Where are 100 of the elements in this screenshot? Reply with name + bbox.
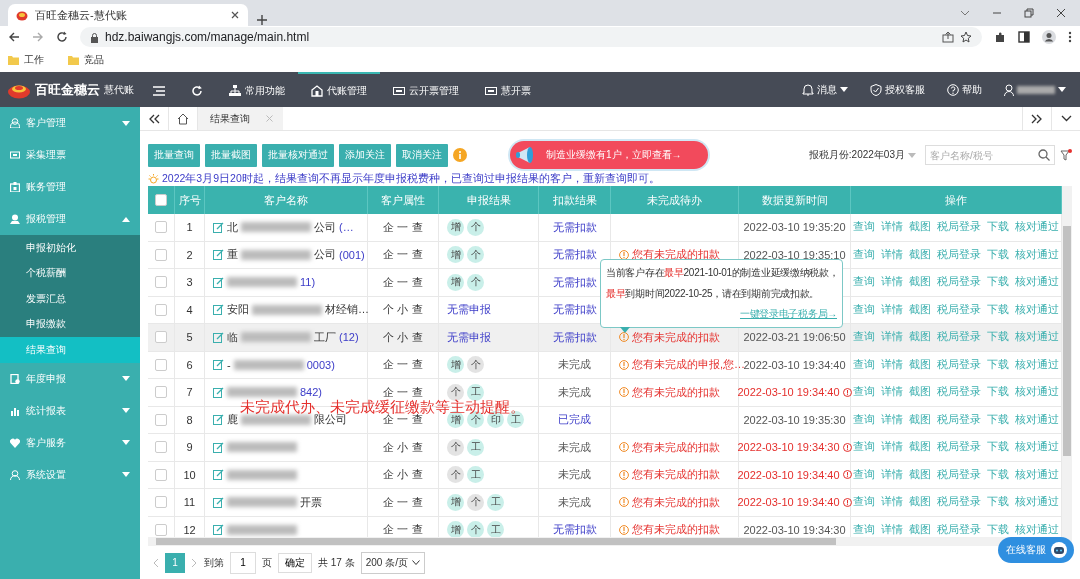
scrollbar[interactable] (148, 537, 1072, 546)
action-link[interactable]: 税局登录 (937, 357, 981, 372)
scrollbar[interactable] (1062, 186, 1072, 537)
sidebar-icon[interactable] (1018, 31, 1030, 43)
checkbox[interactable] (155, 358, 167, 371)
action-link[interactable]: 核对通过 (1015, 330, 1059, 345)
tax-bureau-link[interactable]: 一键登录电子税务局→ (740, 308, 837, 320)
checkbox[interactable] (155, 194, 167, 206)
refresh-icon[interactable] (191, 84, 203, 97)
forward-icon[interactable] (32, 31, 44, 43)
chevron-down-icon[interactable] (1060, 115, 1072, 122)
nav-tab[interactable]: 慧开票 (472, 72, 544, 107)
info-icon[interactable] (453, 148, 467, 162)
edit-icon[interactable] (213, 496, 224, 508)
sidebar-subitem[interactable]: 发票汇总 (0, 286, 140, 312)
sidebar-item[interactable]: 采集理票 (0, 139, 140, 171)
action-link[interactable]: 详情 (881, 302, 903, 317)
checkbox[interactable] (155, 303, 167, 316)
highlighted-row[interactable]: 5 临 工厂 (12) 个 小 查 无需申报 无需扣款 您有未完成的扣款 2022-03-21 19:06:50 查询 详情 截图 税局登录 下载 核对通过 (148, 324, 1062, 352)
action-link[interactable]: 详情 (881, 440, 903, 455)
close-icon[interactable] (1056, 8, 1066, 18)
action-link[interactable]: 下载 (987, 440, 1009, 455)
action-link[interactable]: 下载 (987, 385, 1009, 400)
sidebar-subitem[interactable]: 申报缴款 (0, 311, 140, 337)
sidebar-item[interactable]: 系统设置 (0, 458, 140, 491)
action-link[interactable]: 详情 (881, 220, 903, 235)
action-link[interactable]: 查询 (853, 275, 875, 290)
customer-code[interactable]: (… (339, 221, 354, 234)
customer-code[interactable]: (001) (339, 248, 365, 261)
customer-code[interactable]: 842) (300, 386, 323, 399)
sidebar-subitem[interactable]: 结果查询 (0, 337, 140, 363)
action-link[interactable]: 截图 (909, 357, 931, 372)
double-chevron-left-icon[interactable] (148, 113, 160, 124)
toolbar-button[interactable]: 批量查询 (148, 143, 200, 167)
browser-tab[interactable]: 百旺金穗云-慧代账 (8, 4, 248, 26)
checkbox[interactable] (155, 248, 167, 261)
profile-icon[interactable] (1042, 30, 1056, 44)
star-icon[interactable] (960, 31, 972, 43)
action-link[interactable]: 核对通过 (1015, 412, 1059, 427)
checkbox[interactable] (155, 331, 167, 344)
action-link[interactable]: 下载 (987, 412, 1009, 427)
customer-code[interactable]: 11) (300, 276, 316, 289)
action-link[interactable]: 截图 (909, 467, 931, 482)
sidebar-subitem[interactable]: 个税薪酬 (0, 260, 140, 286)
restore-icon[interactable] (1024, 8, 1034, 18)
share-icon[interactable] (942, 31, 954, 43)
nav-tab[interactable]: 常用功能 (216, 72, 298, 107)
action-link[interactable]: 下载 (987, 220, 1009, 235)
home-icon[interactable] (177, 112, 189, 125)
action-link[interactable]: 税局登录 (937, 440, 981, 455)
action-link[interactable]: 详情 (881, 275, 903, 290)
pending-task[interactable]: 您有未完成的扣款 (632, 247, 720, 263)
action-link[interactable]: 核对通过 (1015, 357, 1059, 372)
current-page[interactable]: 1 (165, 552, 185, 573)
action-link[interactable]: 查询 (853, 302, 875, 317)
action-link[interactable]: 税局登录 (937, 495, 981, 510)
sidebar-item[interactable]: 报税管理 (0, 203, 140, 235)
edit-icon[interactable] (213, 414, 224, 426)
checkbox[interactable] (155, 386, 167, 399)
sidebar-item[interactable]: 账务管理 (0, 171, 140, 203)
pending-task[interactable]: 您有未完成的扣款 (632, 329, 720, 345)
action-link[interactable]: 下载 (987, 302, 1009, 317)
edit-icon[interactable] (213, 359, 224, 371)
checkbox[interactable] (155, 276, 167, 289)
action-link[interactable]: 核对通过 (1015, 247, 1059, 262)
action-link[interactable]: 税局登录 (937, 302, 981, 317)
header-link[interactable]: 授权客服 (870, 82, 925, 97)
action-link[interactable]: 核对通过 (1015, 302, 1059, 317)
action-link[interactable]: 截图 (909, 247, 931, 262)
page-input[interactable]: 1 (230, 551, 256, 574)
pending-task[interactable]: 您有未完成的扣款 (632, 384, 720, 400)
double-chevron-right-icon[interactable] (1031, 113, 1043, 124)
action-link[interactable]: 下载 (987, 247, 1009, 262)
checkbox[interactable] (155, 221, 167, 234)
action-link[interactable]: 查询 (853, 385, 875, 400)
chevron-right-icon[interactable] (191, 557, 198, 568)
action-link[interactable]: 查询 (853, 467, 875, 482)
filter-icon[interactable] (1060, 149, 1072, 161)
action-link[interactable]: 税局登录 (937, 220, 981, 235)
checkbox[interactable] (155, 496, 167, 509)
action-link[interactable]: 查询 (853, 357, 875, 372)
pending-task[interactable]: 您有未完成的扣款 (632, 522, 720, 537)
edit-icon[interactable] (213, 249, 224, 261)
sidebar-item[interactable]: 客户服务 (0, 426, 140, 459)
action-link[interactable]: 详情 (881, 330, 903, 345)
sidebar-item[interactable]: 年度申报 (0, 362, 140, 395)
edit-icon[interactable] (213, 221, 224, 233)
edit-icon[interactable] (213, 469, 224, 481)
sidebar-subitem[interactable]: 申报初始化 (0, 235, 140, 261)
action-link[interactable]: 核对通过 (1015, 522, 1059, 537)
menu-icon[interactable] (1068, 31, 1072, 43)
confirm-button[interactable]: 确定 (278, 552, 312, 573)
edit-icon[interactable] (213, 386, 224, 398)
action-link[interactable]: 下载 (987, 495, 1009, 510)
pending-task[interactable]: 您有未完成的扣款 (632, 439, 720, 455)
toolbar-button[interactable]: 批量核对通过 (262, 143, 334, 167)
customer-code[interactable]: 0003) (306, 358, 335, 371)
edit-icon[interactable] (213, 441, 224, 453)
action-link[interactable]: 详情 (881, 495, 903, 510)
action-link[interactable]: 详情 (881, 467, 903, 482)
